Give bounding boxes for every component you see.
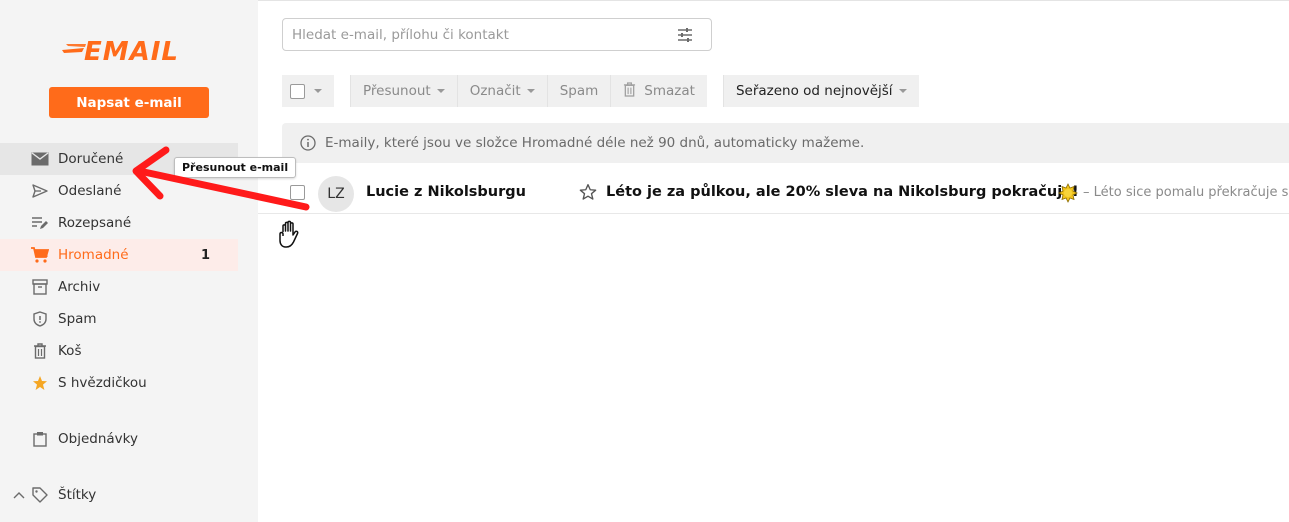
email-logo[interactable]: EMAIL (62, 32, 202, 68)
star-icon (30, 373, 50, 393)
mark-button[interactable]: Označit (456, 75, 547, 107)
trash-icon (623, 81, 636, 101)
search-input[interactable] (283, 19, 663, 50)
sidebar-item-label: S hvězdičkou (58, 375, 147, 391)
select-all-dropdown[interactable] (282, 75, 334, 107)
grab-hand-cursor-icon (276, 218, 306, 252)
sort-dropdown[interactable]: Seřazeno od nejnovější (722, 75, 919, 107)
logo-text: EMAIL (84, 37, 179, 67)
info-banner: E-maily, které jsou ve složce Hromadné d… (282, 123, 1289, 163)
sidebar-item-bulk[interactable]: Hromadné 1 (0, 239, 238, 271)
email-sender: Lucie z Nikolsburgu (366, 184, 526, 200)
sidebar-item-label: Archiv (58, 279, 101, 295)
sidebar-item-label: Doručené (58, 151, 124, 167)
sun-emoji-icon (1058, 183, 1078, 203)
sidebar-item-archive[interactable]: Archiv (0, 271, 258, 303)
select-all-checkbox[interactable] (290, 83, 305, 99)
sidebar-separator (0, 399, 258, 423)
top-border (258, 0, 1289, 3)
info-text: E-maily, které jsou ve složce Hromadné d… (325, 135, 865, 151)
star-outline-icon[interactable] (579, 183, 597, 201)
chevron-down-icon (314, 89, 322, 93)
avatar: LZ (318, 176, 354, 212)
sidebar-item-orders[interactable]: Objednávky (0, 423, 258, 455)
sidebar-item-label: Hromadné (58, 247, 129, 263)
envelope-icon (30, 149, 50, 169)
trash-icon (30, 341, 50, 361)
move-button[interactable]: Přesunout (350, 75, 457, 107)
mark-button-label: Označit (469, 83, 521, 99)
sidebar-item-drafts[interactable]: Rozepsané (0, 207, 258, 239)
sidebar-item-label: Objednávky (58, 431, 138, 447)
archive-icon (30, 277, 50, 297)
chevron-down-icon (436, 89, 445, 93)
email-toolbar: Přesunout Označit Spam Smazat Seřazeno o… (282, 75, 919, 107)
sidebar: EMAIL Napsat e-mail Doručené Odeslané Ro… (0, 0, 258, 522)
delete-button[interactable]: Smazat (610, 75, 707, 107)
email-preview: – Léto sice pomalu překračuje s (1083, 185, 1289, 200)
logo-graphic: EMAIL (62, 37, 179, 67)
sidebar-item-trash[interactable]: Koš (0, 335, 258, 367)
sidebar-item-label: Spam (58, 311, 97, 327)
sidebar-item-label: Koš (58, 343, 82, 359)
search-bar[interactable] (282, 18, 712, 51)
info-icon (300, 135, 316, 151)
spam-button-label: Spam (559, 83, 599, 99)
clipboard-icon (30, 429, 50, 449)
tag-icon (30, 485, 50, 505)
shield-icon (30, 309, 50, 329)
delete-button-label: Smazat (644, 83, 695, 99)
filter-sliders-icon[interactable] (675, 25, 695, 45)
chevron-down-icon (526, 89, 535, 93)
spam-button[interactable]: Spam (546, 75, 611, 107)
sidebar-item-labels[interactable]: Štítky (0, 479, 258, 511)
chevron-down-icon (898, 89, 907, 93)
unread-count-badge: 1 (200, 247, 210, 263)
sidebar-item-label: Rozepsané (58, 215, 132, 231)
email-row[interactable]: LZ Lucie z Nikolsburgu Léto je za půlkou… (258, 173, 1289, 214)
sidebar-item-sent[interactable]: Odeslané (0, 175, 258, 207)
compose-button[interactable]: Napsat e-mail (49, 87, 209, 118)
sidebar-item-label: Štítky (58, 487, 97, 503)
email-subject: Léto je za půlkou, ale 20% sleva na Niko… (606, 184, 1079, 200)
sidebar-item-label: Odeslané (58, 183, 122, 199)
send-icon (30, 181, 50, 201)
sidebar-separator (0, 455, 258, 479)
draft-icon (30, 213, 50, 233)
drag-tooltip: Přesunout e-mail (174, 157, 297, 178)
sidebar-item-spam[interactable]: Spam (0, 303, 258, 335)
email-checkbox[interactable] (290, 185, 305, 200)
sidebar-item-starred[interactable]: S hvězdičkou (0, 367, 258, 399)
sort-label: Seřazeno od nejnovější (735, 83, 893, 99)
move-button-label: Přesunout (363, 83, 431, 99)
folder-list: Doručené Odeslané Rozepsané Hromadné 1 A… (0, 143, 258, 511)
cart-icon (30, 245, 50, 265)
chevron-up-icon[interactable] (12, 485, 26, 505)
